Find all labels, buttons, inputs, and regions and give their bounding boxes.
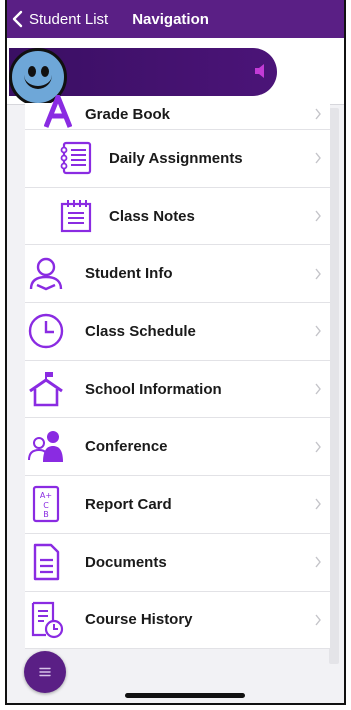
chevron-right-icon xyxy=(315,499,321,510)
daily-assignments-icon xyxy=(55,137,97,179)
clock-icon xyxy=(25,310,67,352)
menu-item-course-history[interactable]: Course History xyxy=(25,591,330,650)
chevron-right-icon xyxy=(315,268,321,280)
menu-item-label: Course History xyxy=(85,611,193,629)
menu-item-label: Student Info xyxy=(85,265,173,283)
chevron-left-icon xyxy=(12,10,23,28)
menu-item-label: Conference xyxy=(85,438,168,456)
chevron-right-icon xyxy=(315,556,321,568)
menu-item-label: Daily Assignments xyxy=(109,149,243,167)
avatar-mouth xyxy=(24,73,52,89)
grade-book-icon xyxy=(37,91,79,133)
menu-fab-button[interactable] xyxy=(24,651,66,693)
chevron-right-icon xyxy=(315,614,321,626)
course-history-icon xyxy=(25,599,67,641)
chevron-right-icon xyxy=(315,441,321,453)
speaker-icon[interactable] xyxy=(253,63,267,79)
menu-item-class-schedule[interactable]: Class Schedule xyxy=(25,303,330,361)
menu-item-class-notes[interactable]: Class Notes xyxy=(25,187,330,246)
conference-icon xyxy=(25,426,67,468)
chevron-right-icon xyxy=(315,152,321,164)
menu-item-label: Class Notes xyxy=(109,207,195,225)
menu-item-label: Documents xyxy=(85,553,167,571)
menu-icon xyxy=(39,667,51,677)
report-card-icon: A+ C B xyxy=(25,483,67,525)
chevron-right-icon xyxy=(315,108,321,120)
menu-item-label: Class Schedule xyxy=(85,322,196,340)
class-notes-icon xyxy=(55,195,97,237)
menu-item-documents[interactable]: Documents xyxy=(25,533,330,592)
student-info-icon xyxy=(25,253,67,295)
chevron-right-icon xyxy=(315,383,321,395)
school-house-icon xyxy=(25,368,67,410)
chevron-right-icon xyxy=(315,325,321,337)
navigation-bar: Student List Navigation xyxy=(7,0,344,38)
menu-item-label: Grade Book xyxy=(85,106,171,123)
menu-item-daily-assignments[interactable]: Daily Assignments xyxy=(25,130,330,188)
scrollbar[interactable] xyxy=(329,108,339,664)
menu-item-grade-book[interactable]: Grade Book xyxy=(25,95,330,130)
page-title: Navigation xyxy=(132,10,209,28)
back-button[interactable]: Student List xyxy=(7,0,108,38)
menu-item-report-card[interactable]: A+ C B Report Card xyxy=(25,476,330,534)
menu-item-label: School Information xyxy=(85,380,222,398)
menu-item-conference[interactable]: Conference xyxy=(25,418,330,477)
svg-text:C: C xyxy=(43,501,49,510)
svg-text:B: B xyxy=(43,510,49,519)
navigation-menu-list: Grade Book Daily Assignments Class Notes… xyxy=(25,95,330,650)
menu-item-school-information[interactable]: School Information xyxy=(25,360,330,419)
back-label: Student List xyxy=(29,10,109,28)
document-icon xyxy=(25,541,67,583)
menu-item-student-info[interactable]: Student Info xyxy=(25,245,330,304)
app-frame: Student List Navigation Grade Book Daily… xyxy=(5,0,346,705)
chevron-right-icon xyxy=(315,210,321,222)
svg-text:A+: A+ xyxy=(40,491,52,500)
menu-item-label: Report Card xyxy=(85,495,172,513)
home-indicator[interactable] xyxy=(125,693,245,698)
